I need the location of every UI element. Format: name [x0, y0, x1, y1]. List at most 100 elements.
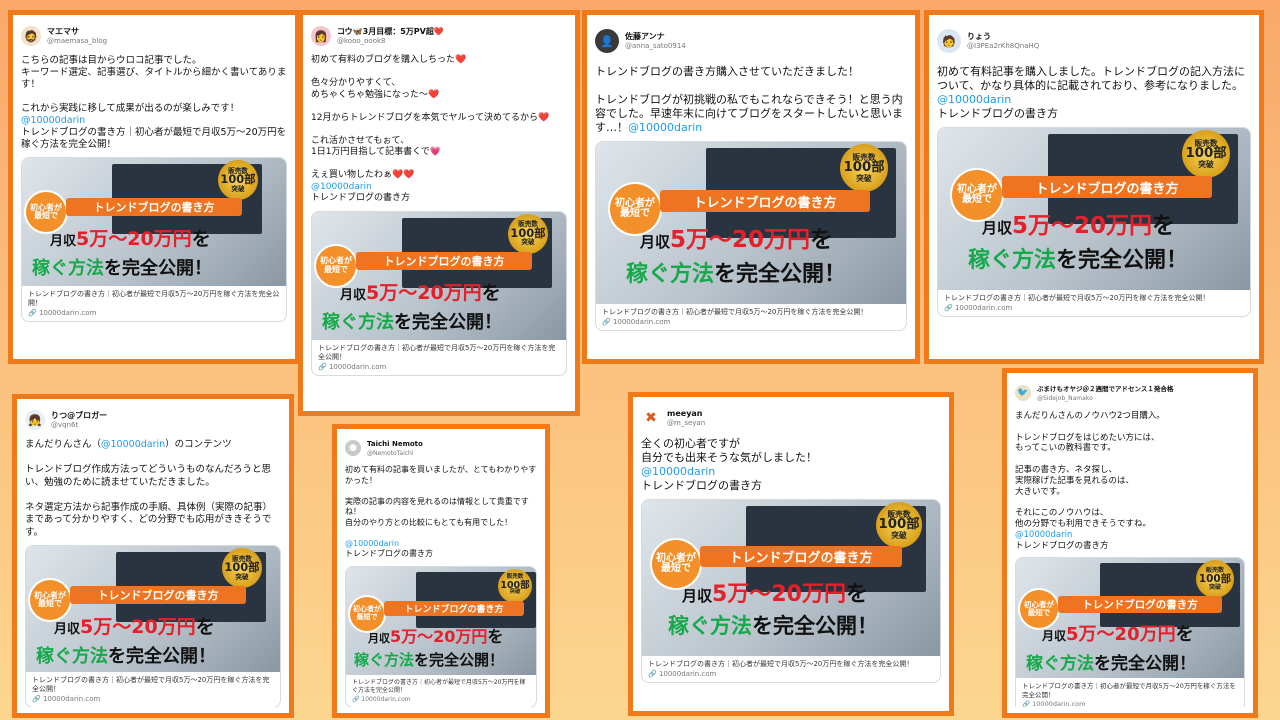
- tweet-text: 全くの初心者ですが 自分でも出来そうな気がしました！ @10000darin ト…: [641, 437, 817, 492]
- mention-link[interactable]: @10000darin: [641, 465, 715, 478]
- tweet-card[interactable]: 🧑 りょう @I3PEa2rKh8QnaHQ 初めて有料記事を購入しました。トレ…: [924, 10, 1264, 364]
- man-avatar-icon: 🧑: [937, 29, 961, 53]
- collage-background: { "colors":{"frame":"#f07a1a","mention":…: [0, 0, 1280, 720]
- tweet-card[interactable]: 👤 佐藤アンナ @anna_sato0914 トレンドブログの書き方購入させてい…: [582, 10, 920, 364]
- badge-100-copies: 販売数 100部 突破: [218, 160, 258, 200]
- link-card[interactable]: 販売数 100部 突破 初心者が 最短で トレンドブログの書き方 月収5万〜20万円を…: [25, 545, 281, 707]
- cross-avatar-icon: ✖: [641, 408, 661, 428]
- link-card[interactable]: 販売数 100部 突破 初心者が 最短で トレンドブログの書き方 月収5万〜20万円を…: [311, 210, 567, 376]
- link-card[interactable]: 販売数 100部 突破 初心者が 最短で トレンドブログの書き方 月収5万〜20万円を…: [21, 157, 287, 322]
- user-name: りょう: [967, 31, 991, 41]
- tweet-card[interactable]: ● Taichi Nemoto @NemotoTaichi 初めて有料の記事を買…: [332, 424, 550, 718]
- tweet: ✖ meeyan @m_seyan 全くの初心者ですが 自分でも出来そうな気がし…: [641, 403, 941, 705]
- mention-link[interactable]: @10000darin: [311, 182, 372, 192]
- title-banner: トレンドブログの書き方: [700, 546, 902, 567]
- tweet: ● Taichi Nemoto @NemotoTaichi 初めて有料の記事を買…: [345, 435, 537, 707]
- promo-image: 販売数 100部 突破 初心者が 最短で トレンドブログの書き方 月収5万〜20万円を…: [938, 128, 1250, 290]
- link-title: トレンドブログの書き方｜初心者が最短で月収5万〜20万円を稼ぐ方法を完全公開！: [648, 660, 914, 668]
- tweet: 🧑 りょう @I3PEa2rKh8QnaHQ 初めて有料記事を購入しました。トレ…: [937, 21, 1251, 353]
- tweet-header: ✖ meeyan @m_seyan: [641, 403, 941, 433]
- user-handle: @maemasa_blog: [47, 36, 108, 45]
- badge-100-copies: 販売数 100部 突破: [840, 144, 888, 192]
- user-name: Taichi Nemoto: [367, 439, 423, 448]
- tweet-card[interactable]: 🐦 ぶまけもオヤジ＠２週間でアドセンス１発合格 @Sidejob_Namako …: [1002, 368, 1258, 718]
- link-domain: 🔗 10000darin.com: [28, 309, 97, 317]
- tweet-text: 初めて有料のブログを購入しちった❤️ 色々分かりやすくて、 めちゃくちゃ勉強にな…: [311, 55, 550, 203]
- photo-avatar-icon: 👤: [595, 29, 619, 53]
- link-card[interactable]: 販売数 100部 突破 初心者が 最短で トレンドブログの書き方 月収5万〜20万円を…: [345, 565, 537, 707]
- user-name: 佐藤アンナ: [625, 31, 665, 41]
- promo-image: 販売数 100部 突破 初心者が 最短で トレンドブログの書き方 月収5万〜20万円を…: [22, 158, 286, 286]
- tweet-card[interactable]: 🧔 マエマサ @maemasa_blog こちらの記事は目からウロコ記事でした。…: [8, 10, 300, 364]
- mention-link[interactable]: @10000darin: [21, 115, 85, 126]
- link-title: トレンドブログの書き方｜初心者が最短で月収5万〜20万円を稼ぐ方法を完全公開！: [944, 294, 1210, 302]
- link-domain: 🔗 10000darin.com: [318, 362, 387, 371]
- mention-link[interactable]: @10000darin: [628, 121, 702, 134]
- tweet-header: 👧 りつ@ブロガー @vqn6t: [25, 405, 281, 435]
- income-line: 月収5万〜20万円を: [340, 281, 501, 304]
- promo-image: 販売数 100部 突破 初心者が 最短で トレンドブログの書き方 月収5万〜20万円を…: [312, 211, 566, 340]
- user-handle: @kooo_oook8: [337, 36, 386, 45]
- badge-100-copies: 販売数 100部 突破: [222, 548, 262, 588]
- user-handle: @I3PEa2rKh8QnaHQ: [967, 41, 1040, 50]
- tweet-text: 初めて有料の記事を買いましたが、とてもわかりやすかった！ 実際の記事の内容を見れ…: [345, 465, 537, 558]
- promo-image: 販売数 100部 突破 初心者が 最短で トレンドブログの書き方 月収5万〜20万円を…: [596, 142, 906, 304]
- badge-100-copies: 販売数 100部 突破: [1182, 130, 1230, 178]
- promo-image: 販売数 100部 突破 初心者が 最短で トレンドブログの書き方 月収5万〜20万円を…: [346, 566, 536, 675]
- link-domain: 🔗 10000darin.com: [648, 670, 717, 678]
- income-line: 月収5万〜20万円を: [982, 213, 1176, 239]
- badge-100-copies: 販売数 100部 突破: [508, 213, 548, 254]
- tweet-header: 👩 コウ🦋3月目標：5万PV超❤️ @kooo_oook8: [311, 21, 567, 51]
- link-title: トレンドブログの書き方｜初心者が最短で月収5万〜20万円を稼ぐ方法を完全公開！: [1022, 682, 1236, 699]
- link-card[interactable]: 販売数 100部 突破 初心者が 最短で トレンドブログの書き方 月収5万〜20万円を…: [641, 499, 941, 683]
- link-domain: 🔗 10000darin.com: [944, 304, 1013, 312]
- tweet-text: 初めて有料記事を購入しました。トレンドブログの記入方法について、かなり具体的に記…: [937, 65, 1245, 120]
- link-domain: 🔗 10000darin.com: [32, 695, 101, 703]
- mention-link[interactable]: @10000darin: [1015, 530, 1072, 540]
- tweet-text: トレンドブログの書き方購入させていただきました！ トレンドブログが初挑戦の私でも…: [595, 65, 903, 134]
- user-handle: @vqn6t: [51, 420, 79, 429]
- link-title: トレンドブログの書き方｜初心者が最短で月収5万〜20万円を稼ぐ方法を完全公開！: [32, 676, 270, 693]
- income-line: 月収5万〜20万円を: [368, 626, 504, 646]
- tweet-card[interactable]: 👩 コウ🦋3月目標：5万PV超❤️ @kooo_oook8 初めて有料のブログを…: [298, 10, 580, 416]
- tweet: 👧 りつ@ブロガー @vqn6t まんだりんさん（@10000darin）のコン…: [25, 405, 281, 707]
- title-banner: トレンドブログの書き方: [356, 251, 532, 270]
- promo-image: 販売数 100部 突破 初心者が 最短で トレンドブログの書き方 月収5万〜20万円を…: [1016, 558, 1244, 679]
- tweet-header: 🐦 ぶまけもオヤジ＠２週間でアドセンス１発合格 @Sidejob_Namako: [1015, 379, 1245, 407]
- man-illustration-icon: 🧔: [21, 26, 41, 46]
- woman-avatar-icon: 👩: [311, 26, 331, 46]
- link-domain: 🔗 10000darin.com: [602, 318, 671, 326]
- tweet-card[interactable]: 👧 りつ@ブロガー @vqn6t まんだりんさん（@10000darin）のコン…: [12, 394, 294, 718]
- mention-link[interactable]: @10000darin: [937, 93, 1011, 106]
- tweet-text: まんだりんさんのノウハウ2つ目購入。 トレンドブログをはじめたい方には、 もって…: [1015, 411, 1165, 551]
- method-line: 稼ぐ方法を完全公開！: [626, 262, 847, 287]
- income-line: 月収5万〜20万円を: [640, 227, 834, 253]
- tweet: 🐦 ぶまけもオヤジ＠２週間でアドセンス１発合格 @Sidejob_Namako …: [1015, 379, 1245, 707]
- user-name: りつ@ブロガー: [51, 410, 108, 420]
- tweet-text: まんだりんさん（@10000darin）のコンテンツ トレンドブログ作成方法って…: [25, 439, 273, 538]
- link-domain: 🔗 10000darin.com: [1022, 700, 1086, 707]
- method-line: 稼ぐ方法を完全公開！: [32, 258, 212, 279]
- bird-avatar-icon: 🐦: [1015, 385, 1031, 401]
- link-title: トレンドブログの書き方｜初心者が最短で月収5万〜20万円を稼ぐ方法を完全公開！: [352, 678, 526, 694]
- method-line: 稼ぐ方法を完全公開！: [968, 248, 1189, 273]
- tweet: 👤 佐藤アンナ @anna_sato0914 トレンドブログの書き方購入させてい…: [595, 21, 907, 353]
- tweet-card[interactable]: ✖ meeyan @m_seyan 全くの初心者ですが 自分でも出来そうな気がし…: [628, 392, 954, 716]
- user-handle: @m_seyan: [667, 418, 706, 427]
- link-title: トレンドブログの書き方｜初心者が最短で月収5万〜20万円を稼ぐ方法を完全公開！: [318, 343, 556, 361]
- tweet-header: ● Taichi Nemoto @NemotoTaichi: [345, 435, 537, 461]
- promo-image: 販売数 100部 突破 初心者が 最短で トレンドブログの書き方 月収5万〜20万円を…: [642, 500, 940, 656]
- badge-100-copies: 販売数 100部 突破: [498, 568, 532, 603]
- badge-100-copies: 販売数 100部 突破: [876, 502, 922, 548]
- mention-link[interactable]: @10000darin: [101, 439, 165, 450]
- tweet-text: こちらの記事は目からウロコ記事でした。 キーワード選定、記事選び、タイトルから細…: [21, 55, 287, 150]
- tweet: 🧔 マエマサ @maemasa_blog こちらの記事は目からウロコ記事でした。…: [21, 21, 287, 353]
- link-card[interactable]: 販売数 100部 突破 初心者が 最短で トレンドブログの書き方 月収5万〜20万円を…: [595, 141, 907, 331]
- link-card[interactable]: 販売数 100部 突破 初心者が 最短で トレンドブログの書き方 月収5万〜20万円を…: [1015, 557, 1245, 707]
- income-line: 月収5万〜20万円を: [1042, 624, 1194, 646]
- title-banner: トレンドブログの書き方: [66, 198, 242, 216]
- mention-link[interactable]: @10000darin: [345, 539, 399, 548]
- promo-image: 販売数 100部 突破 初心者が 最短で トレンドブログの書き方 月収5万〜20万円を…: [26, 546, 280, 672]
- link-card[interactable]: 販売数 100部 突破 初心者が 最短で トレンドブログの書き方 月収5万〜20万円を…: [937, 127, 1251, 317]
- income-line: 月収5万〜20万円を: [50, 228, 211, 250]
